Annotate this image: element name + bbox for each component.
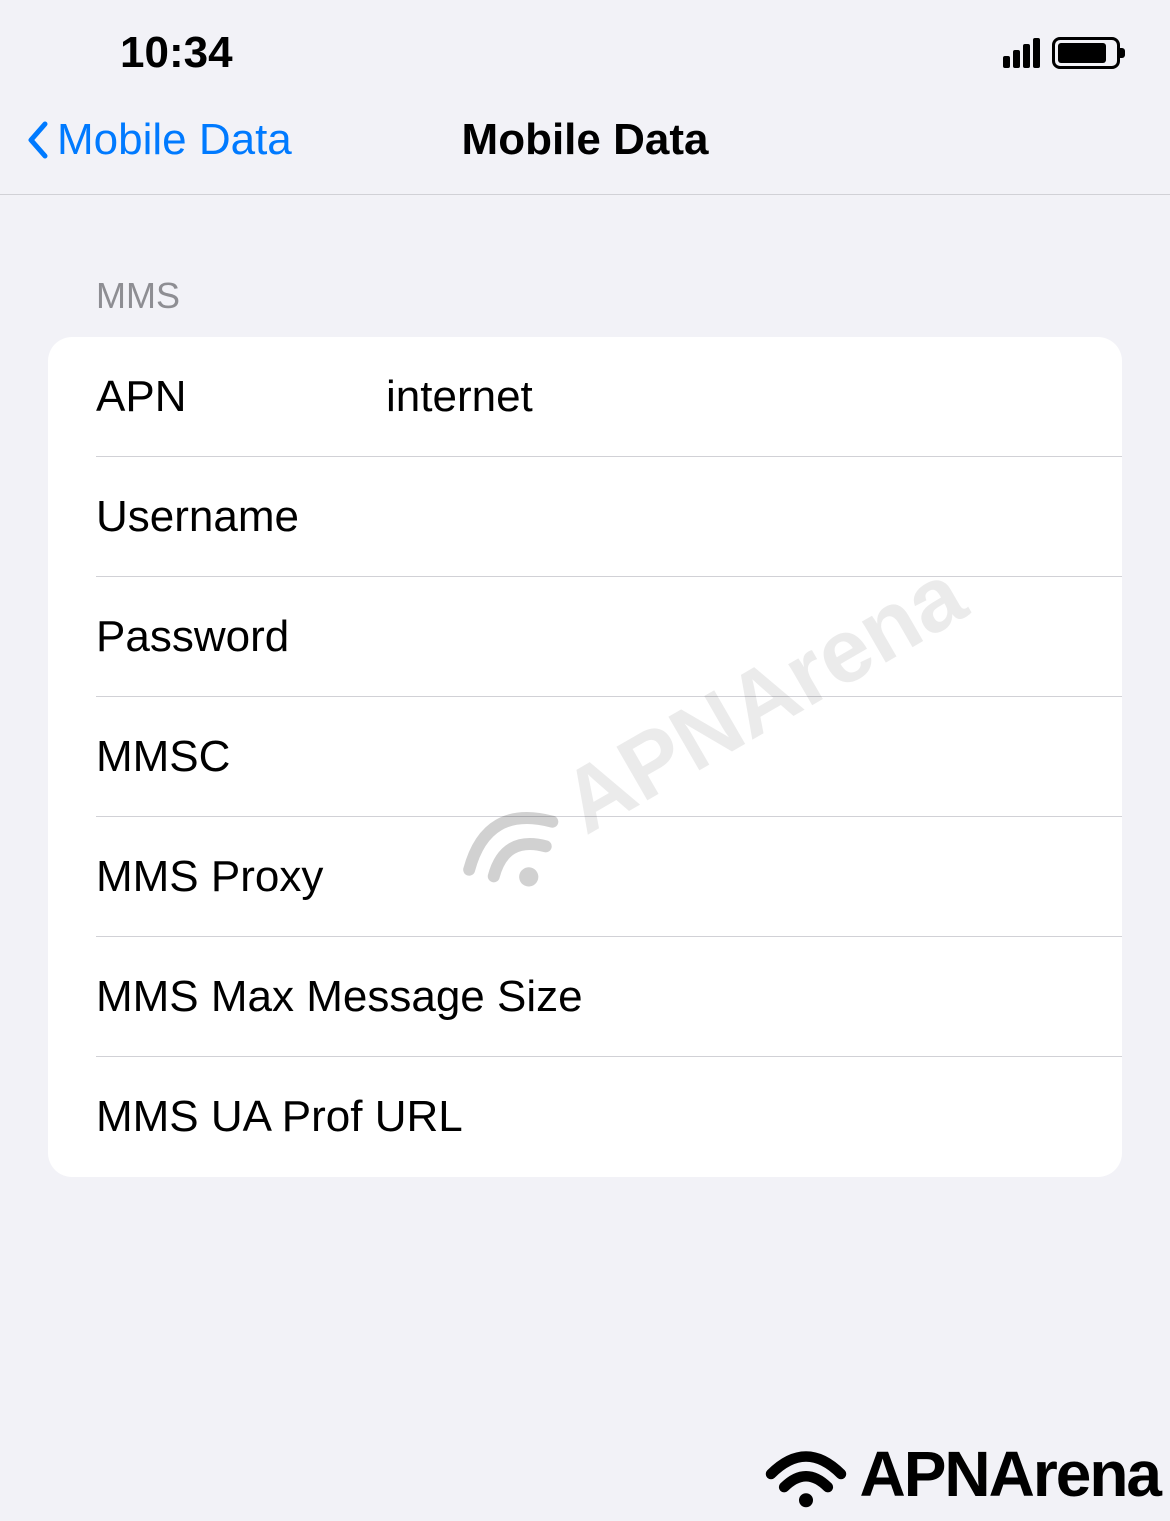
back-button[interactable]: Mobile Data <box>25 115 292 165</box>
apn-row[interactable]: APN <box>48 337 1122 457</box>
username-input[interactable] <box>386 492 1074 542</box>
mms-settings-group: APN Username Password MMSC MMS Proxy MMS… <box>48 337 1122 1177</box>
mms-ua-prof-row[interactable]: MMS UA Prof URL <box>48 1057 1122 1177</box>
navigation-bar: Mobile Data Mobile Data <box>0 95 1170 195</box>
apn-label: APN <box>96 372 386 422</box>
password-input[interactable] <box>386 612 1074 662</box>
mmsc-row[interactable]: MMSC <box>48 697 1122 817</box>
mmsc-input[interactable] <box>386 732 1074 782</box>
apn-input[interactable] <box>386 372 1074 422</box>
page-title: Mobile Data <box>462 115 709 165</box>
chevron-left-icon <box>25 120 49 160</box>
username-row[interactable]: Username <box>48 457 1122 577</box>
battery-icon <box>1052 37 1120 69</box>
footer-logo: APNArena <box>761 1437 1160 1511</box>
status-icons <box>1003 37 1120 69</box>
content-area: MMS APN Username Password MMSC MMS Proxy <box>0 195 1170 1177</box>
mms-max-size-label: MMS Max Message Size <box>96 972 583 1022</box>
cellular-signal-icon <box>1003 38 1040 68</box>
password-label: Password <box>96 612 386 662</box>
mmsc-label: MMSC <box>96 732 386 782</box>
footer-logo-text: APNArena <box>859 1437 1160 1511</box>
mms-max-size-row[interactable]: MMS Max Message Size <box>48 937 1122 1057</box>
username-label: Username <box>96 492 386 542</box>
back-label: Mobile Data <box>57 115 292 165</box>
section-header-mms: MMS <box>96 275 1122 317</box>
password-row[interactable]: Password <box>48 577 1122 697</box>
mms-proxy-label: MMS Proxy <box>96 852 386 902</box>
mms-proxy-row[interactable]: MMS Proxy <box>48 817 1122 937</box>
mms-proxy-input[interactable] <box>386 852 1074 902</box>
status-bar: 10:34 <box>0 0 1170 95</box>
status-time: 10:34 <box>120 28 233 78</box>
wifi-icon <box>761 1439 851 1509</box>
mms-ua-prof-label: MMS UA Prof URL <box>96 1092 463 1142</box>
